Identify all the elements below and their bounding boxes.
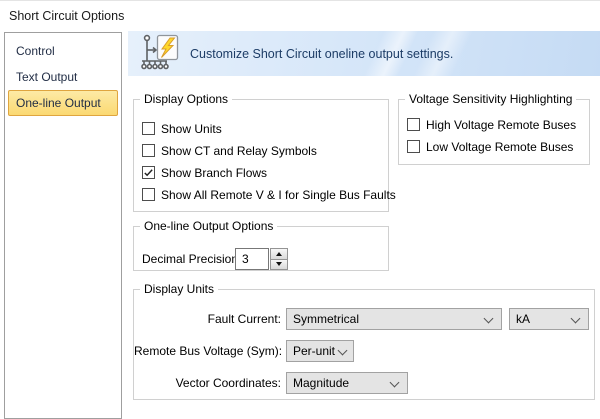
banner-description: Customize Short Circuit oneline output s… [190, 47, 453, 61]
group-title: Display Units [140, 282, 218, 296]
show-all-remote-checkbox[interactable] [142, 188, 155, 201]
group-title: Voltage Sensitivity Highlighting [405, 92, 576, 106]
oneline-output-options-group: One-line Output Options Decimal Precisio… [133, 226, 389, 271]
group-title: One-line Output Options [140, 219, 277, 233]
display-options-group: Display Options Show Units Show CT and R… [133, 99, 389, 212]
checkbox-row-high-voltage: High Voltage Remote Buses [407, 118, 576, 131]
sidebar-item-label: Control [16, 44, 55, 58]
checkbox-label: Show Units [161, 122, 222, 136]
fault-current-unit-dropdown[interactable]: kA [509, 308, 589, 330]
show-ct-relay-checkbox[interactable] [142, 144, 155, 157]
short-circuit-options-dialog: Short Circuit Options Control Text Outpu… [0, 0, 600, 415]
sidebar-item-one-line-output[interactable]: One-line Output [8, 90, 118, 116]
decimal-precision-label: Decimal Precision: [142, 252, 241, 266]
down-arrow-icon [276, 262, 282, 266]
low-voltage-remote-buses-checkbox[interactable] [407, 140, 420, 153]
oneline-lightning-icon [140, 34, 182, 74]
spin-down-button[interactable] [270, 259, 288, 271]
spin-buttons [270, 248, 288, 270]
dialog-title: Short Circuit Options [9, 9, 124, 23]
checkbox-row-show-all-remote: Show All Remote V & I for Single Bus Fau… [142, 188, 396, 201]
remote-bus-voltage-dropdown[interactable]: Per-unit [286, 340, 354, 362]
dropdown-value: Symmetrical [293, 312, 359, 326]
header-banner: Customize Short Circuit oneline output s… [128, 31, 600, 76]
group-title: Display Options [140, 92, 232, 106]
high-voltage-remote-buses-checkbox[interactable] [407, 118, 420, 131]
checkbox-row-show-branch-flows: Show Branch Flows [142, 166, 396, 179]
decimal-precision-spinner [235, 248, 288, 270]
category-sidebar: Control Text Output One-line Output [4, 32, 122, 419]
sidebar-item-control[interactable]: Control [8, 38, 118, 64]
checkbox-label: Show CT and Relay Symbols [161, 144, 317, 158]
display-units-group: Display Units Fault Current: Symmetrical… [133, 289, 595, 400]
checkbox-row-show-units: Show Units [142, 122, 396, 135]
dropdown-value: Per-unit [293, 344, 335, 358]
sidebar-item-label: One-line Output [16, 96, 101, 110]
dialog-titlebar: Short Circuit Options [0, 1, 600, 31]
fault-current-dropdown[interactable]: Symmetrical [286, 308, 502, 330]
dropdown-value: kA [516, 312, 530, 326]
checkbox-row-show-ct-relay: Show CT and Relay Symbols [142, 144, 396, 157]
sidebar-item-label: Text Output [16, 70, 77, 84]
vector-coordinates-label: Vector Coordinates: [134, 372, 281, 394]
checkbox-label: Low Voltage Remote Buses [426, 140, 573, 154]
dropdown-value: Magnitude [293, 376, 349, 390]
show-units-checkbox[interactable] [142, 122, 155, 135]
checkbox-label: High Voltage Remote Buses [426, 118, 576, 132]
show-branch-flows-checkbox[interactable] [142, 166, 155, 179]
checkbox-label: Show Branch Flows [161, 166, 267, 180]
checkbox-row-low-voltage: Low Voltage Remote Buses [407, 140, 576, 153]
fault-current-label: Fault Current: [134, 308, 281, 330]
vector-coordinates-dropdown[interactable]: Magnitude [286, 372, 408, 394]
decimal-precision-input[interactable] [235, 248, 269, 270]
checkbox-label: Show All Remote V & I for Single Bus Fau… [161, 188, 396, 202]
sidebar-item-text-output[interactable]: Text Output [8, 64, 118, 90]
remote-bus-voltage-label: Remote Bus Voltage (Sym): [134, 340, 281, 362]
voltage-sensitivity-group: Voltage Sensitivity Highlighting High Vo… [398, 99, 590, 165]
up-arrow-icon [276, 252, 282, 256]
